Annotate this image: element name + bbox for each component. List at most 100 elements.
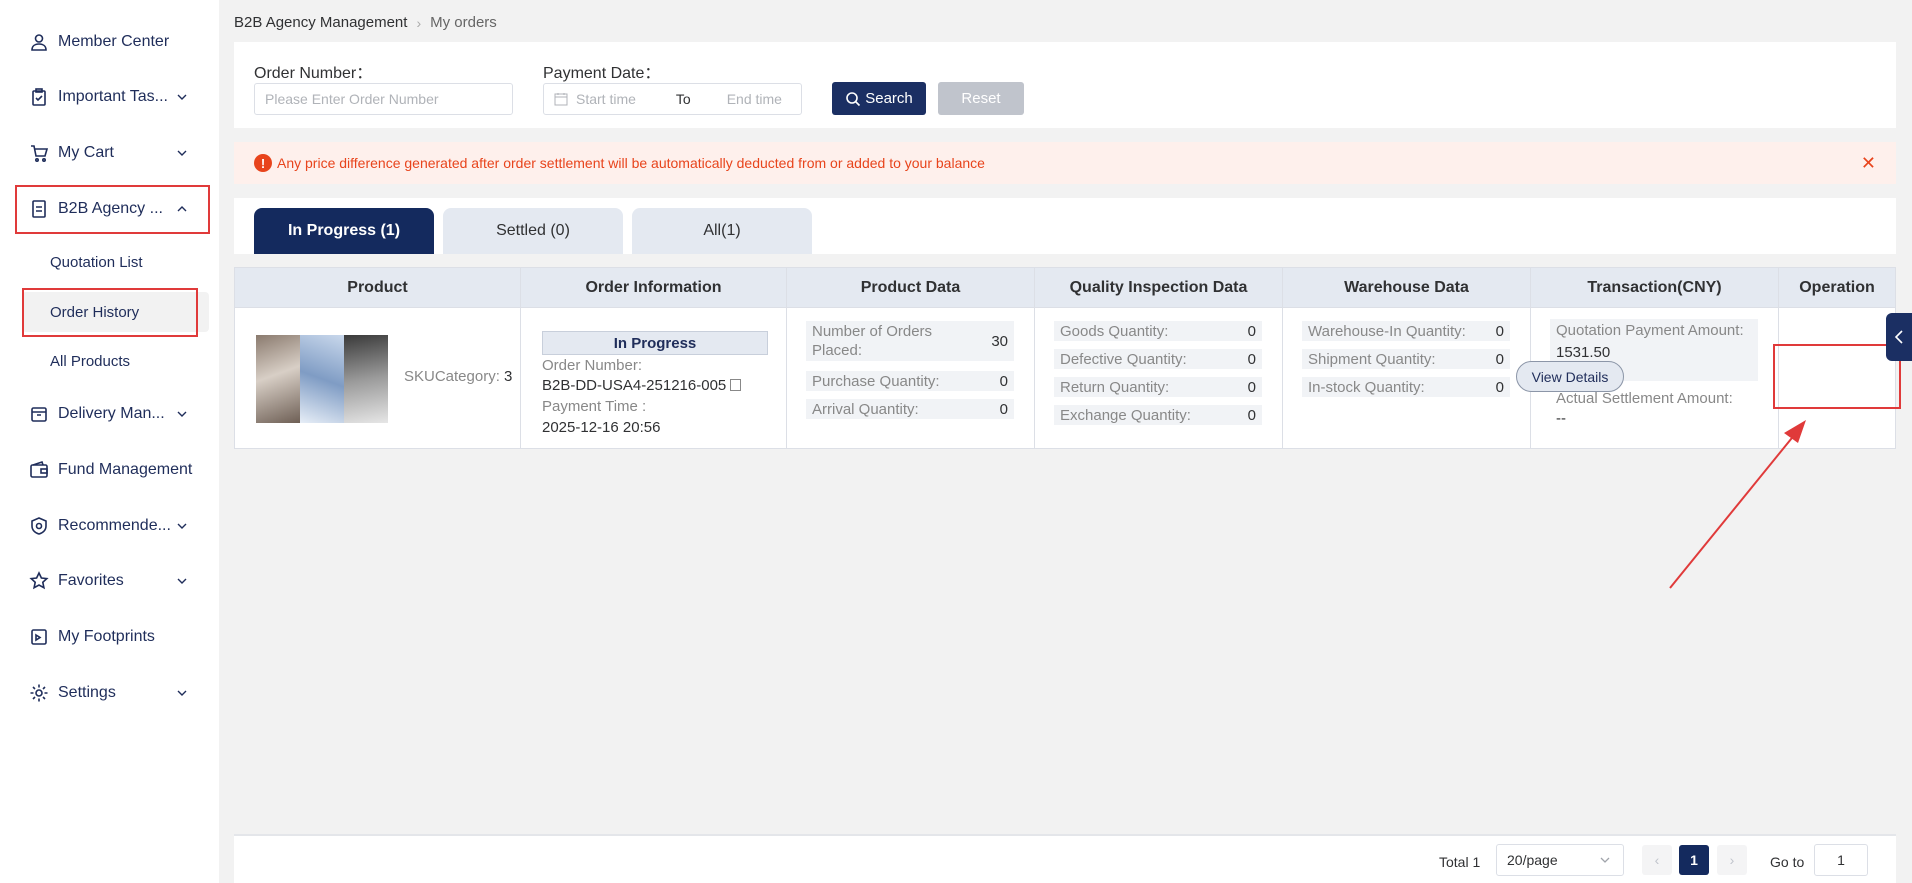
sidebar-subitem-label: Quotation List bbox=[50, 253, 143, 271]
page-number-button[interactable]: 1 bbox=[1679, 845, 1709, 875]
kv-value: 0 bbox=[1495, 322, 1504, 340]
sidebar-item-my-footprints[interactable]: My Footprints bbox=[0, 617, 219, 657]
kv-label: Purchase Quantity: bbox=[812, 372, 940, 390]
quotation-payment-label: Quotation Payment Amount: bbox=[1556, 322, 1744, 339]
payment-date-label: Payment Date： bbox=[543, 65, 661, 82]
sidebar-subitem-quotation-list[interactable]: Quotation List bbox=[0, 242, 219, 282]
kv-value: 0 bbox=[1247, 350, 1256, 368]
chevron-down-icon bbox=[177, 578, 187, 584]
reset-button[interactable]: Reset bbox=[938, 82, 1024, 115]
breadcrumb-root[interactable]: B2B Agency Management bbox=[234, 14, 407, 31]
sku-label: SKUCategory: bbox=[404, 368, 500, 385]
sidebar-subitem-all-products[interactable]: All Products bbox=[0, 341, 219, 381]
notice-banner: ! Any price difference generated after o… bbox=[234, 142, 1896, 184]
status-badge: In Progress bbox=[542, 331, 768, 355]
order-number-value: B2B-DD-USA4-251216-005 bbox=[542, 377, 742, 394]
tab-settled[interactable]: Settled (0) bbox=[443, 208, 623, 254]
search-icon bbox=[846, 91, 861, 106]
order-tabs: In Progress (1) Settled (0) All(1) bbox=[234, 198, 1896, 254]
date-range-to: To bbox=[675, 91, 691, 107]
order-number-text: B2B-DD-USA4-251216-005 bbox=[542, 377, 727, 394]
chevron-down-icon bbox=[177, 94, 187, 100]
kv-value: 0 bbox=[1247, 406, 1256, 424]
actual-settlement-label: Actual Settlement Amount: bbox=[1556, 390, 1733, 407]
payment-date-range[interactable]: Start time To End time bbox=[543, 83, 802, 115]
sidebar-item-label: Favorites bbox=[58, 572, 124, 589]
sidebar-subitem-label: Order History bbox=[50, 303, 140, 321]
kv-goods-quantity: Goods Quantity: 0 bbox=[1054, 321, 1262, 341]
tab-label: Settled (0) bbox=[496, 222, 570, 239]
kv-label: Goods Quantity: bbox=[1060, 322, 1169, 340]
chevron-left-icon bbox=[1894, 330, 1903, 344]
view-details-button[interactable]: View Details bbox=[1516, 361, 1624, 392]
clipboard-icon bbox=[28, 86, 50, 108]
start-time-input[interactable]: Start time bbox=[576, 91, 636, 107]
kv-label: Number of Orders Placed: bbox=[812, 323, 933, 359]
sidebar-item-label: Important Tas... bbox=[58, 88, 168, 105]
close-icon[interactable]: ✕ bbox=[1861, 153, 1876, 174]
annotation-arrow bbox=[1669, 420, 1806, 589]
sku-value: 3 bbox=[504, 368, 513, 385]
chevron-down-icon bbox=[177, 523, 187, 529]
sidebar-item-delivery[interactable]: Delivery Man... bbox=[0, 394, 219, 434]
sidebar-item-label: Recommende... bbox=[58, 517, 171, 534]
kv-label: Defective Quantity: bbox=[1060, 350, 1187, 368]
product-image bbox=[344, 335, 388, 423]
product-cell: SKUCategory: 3 bbox=[235, 309, 520, 448]
sidebar-item-label: My Footprints bbox=[58, 628, 155, 645]
search-button[interactable]: Search bbox=[832, 82, 926, 115]
product-image bbox=[300, 335, 344, 423]
kv-orders-placed: Number of Orders Placed: 30 bbox=[806, 321, 1014, 361]
chevron-up-icon bbox=[177, 206, 187, 212]
sidebar-item-label: Fund Management bbox=[58, 461, 193, 478]
sidebar-item-favorites[interactable]: Favorites bbox=[0, 561, 219, 601]
quotation-payment-value: 1531.50 bbox=[1556, 344, 1611, 361]
page-size-select[interactable]: 20/page bbox=[1496, 844, 1624, 876]
product-thumbnails[interactable] bbox=[256, 335, 388, 423]
kv-value: 0 bbox=[999, 372, 1008, 390]
order-number-label: Order Number： bbox=[254, 65, 373, 82]
sidebar-subitem-order-history[interactable]: Order History bbox=[22, 292, 209, 332]
table-header: Product Order Information Product Data Q… bbox=[235, 268, 1895, 308]
kv-label: Exchange Quantity: bbox=[1060, 406, 1191, 424]
sidebar-item-b2b-agency[interactable]: B2B Agency ... bbox=[0, 189, 219, 229]
search-button-label: Search bbox=[865, 90, 913, 107]
order-number-input[interactable]: Please Enter Order Number bbox=[254, 83, 513, 115]
next-page-button[interactable]: › bbox=[1717, 845, 1747, 875]
sidebar-item-important-tasks[interactable]: Important Tas... bbox=[0, 77, 219, 117]
quality-data-cell: Goods Quantity: 0 Defective Quantity: 0 … bbox=[1035, 309, 1282, 448]
warehouse-data-cell: Warehouse-In Quantity: 0 Shipment Quanti… bbox=[1283, 309, 1530, 448]
kv-label: In-stock Quantity: bbox=[1308, 378, 1425, 396]
chevron-down-icon bbox=[1600, 857, 1610, 863]
tab-all[interactable]: All(1) bbox=[632, 208, 812, 254]
sidebar-item-recommended[interactable]: Recommende... bbox=[0, 506, 219, 546]
chevron-down-icon bbox=[177, 411, 187, 417]
payment-time-value: 2025-12-16 20:56 bbox=[542, 419, 661, 436]
notice-text: Any price difference generated after ord… bbox=[277, 155, 985, 171]
column-header: Product Data bbox=[860, 279, 961, 296]
sidebar-item-fund-management[interactable]: Fund Management bbox=[0, 450, 219, 490]
sidebar-item-my-cart[interactable]: My Cart bbox=[0, 133, 219, 173]
kv-value: 0 bbox=[1495, 378, 1504, 396]
sidebar-item-settings[interactable]: Settings bbox=[0, 673, 219, 713]
reset-button-label: Reset bbox=[961, 90, 1001, 107]
tab-in-progress[interactable]: In Progress (1) bbox=[254, 208, 434, 254]
kv-shipment-quantity: Shipment Quantity: 0 bbox=[1302, 349, 1510, 369]
column-header: Order Information bbox=[585, 279, 722, 296]
kv-defective-quantity: Defective Quantity: 0 bbox=[1054, 349, 1262, 369]
column-header: Transaction(CNY) bbox=[1587, 279, 1722, 296]
goto-page-input[interactable]: 1 bbox=[1814, 844, 1868, 876]
goto-label: Go to bbox=[1770, 854, 1805, 870]
prev-page-button[interactable]: ‹ bbox=[1642, 845, 1672, 875]
document-icon bbox=[28, 198, 50, 220]
side-collapse-tab[interactable] bbox=[1886, 313, 1912, 361]
box-icon bbox=[28, 403, 50, 425]
sidebar-item-member-center[interactable]: Member Center bbox=[0, 22, 219, 62]
kv-label: Return Quantity: bbox=[1060, 378, 1170, 396]
wallet-icon bbox=[28, 459, 50, 481]
copy-icon[interactable] bbox=[730, 379, 742, 391]
kv-label: Shipment Quantity: bbox=[1308, 350, 1436, 368]
end-time-input[interactable]: End time bbox=[727, 91, 782, 107]
star-icon bbox=[28, 570, 50, 592]
pagination-total: Total 1 bbox=[1439, 854, 1481, 870]
